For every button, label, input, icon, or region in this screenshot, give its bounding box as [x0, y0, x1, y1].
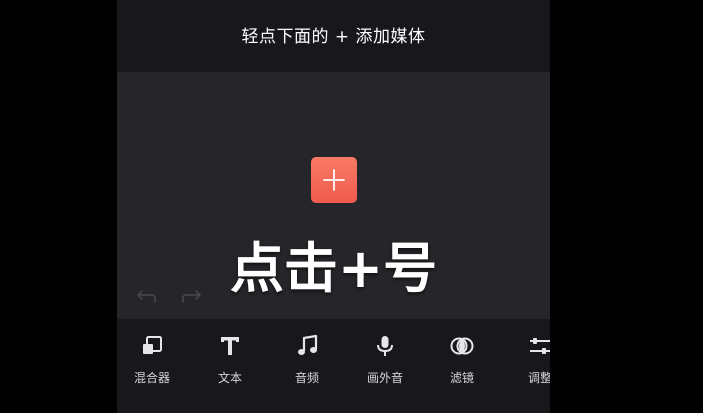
editor-screen: 轻点下面的 + 添加媒体 点击+号 混合器 文本 音频 画外音 滤镜 调整	[117, 0, 550, 413]
redo-button[interactable]	[180, 288, 204, 306]
tool-audio[interactable]: 音频	[269, 333, 345, 386]
hint-bar: 轻点下面的 + 添加媒体	[117, 0, 550, 72]
mixer-icon	[139, 333, 165, 359]
tool-voiceover[interactable]: 画外音	[347, 333, 423, 386]
text-icon	[217, 333, 243, 359]
add-media-hint: 轻点下面的 + 添加媒体	[241, 26, 426, 47]
tool-label: 文本	[217, 371, 242, 385]
microphone-icon	[372, 333, 398, 359]
undo-button[interactable]	[134, 288, 158, 306]
tool-text[interactable]: 文本	[192, 333, 268, 386]
adjust-sliders-icon	[527, 333, 550, 359]
redo-arrow-icon	[182, 290, 201, 303]
tool-label: 音频	[294, 371, 319, 385]
tool-label: 混合器	[133, 371, 170, 385]
tool-adjust[interactable]: 调整	[502, 333, 550, 386]
history-controls	[134, 288, 204, 306]
bottom-toolbar: 混合器 文本 音频 画外音 滤镜 调整	[117, 319, 550, 413]
tool-label: 画外音	[366, 371, 403, 385]
music-note-icon	[294, 333, 320, 359]
undo-arrow-icon	[137, 290, 156, 303]
filter-icon	[449, 333, 475, 359]
plus-icon	[323, 169, 345, 191]
tool-filter[interactable]: 滤镜	[424, 333, 500, 386]
tool-label: 滤镜	[449, 371, 474, 385]
add-media-button[interactable]	[311, 157, 357, 203]
preview-area: 点击+号	[117, 72, 550, 319]
tool-label: 调整	[527, 371, 550, 385]
tool-mixer[interactable]: 混合器	[117, 333, 190, 386]
